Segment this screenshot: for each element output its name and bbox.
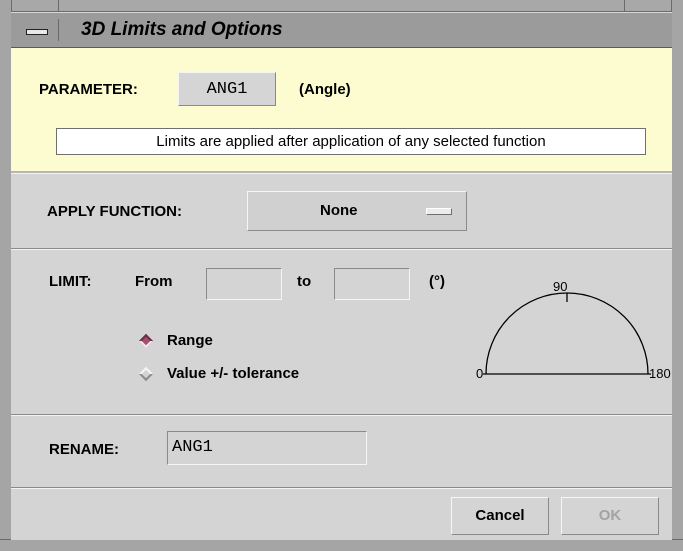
frame-divider bbox=[58, 0, 59, 11]
dial-label-0: 0 bbox=[476, 366, 484, 381]
rename-input[interactable]: ANG1 bbox=[167, 431, 367, 465]
window-title: 3D Limits and Options bbox=[81, 19, 283, 40]
frame-right-edge[interactable] bbox=[671, 0, 683, 551]
rename-section: RENAME: ANG1 bbox=[11, 415, 672, 488]
title-bar[interactable]: 3D Limits and Options bbox=[11, 12, 672, 48]
apply-function-section: APPLY FUNCTION: None bbox=[11, 173, 672, 249]
radio-selected-icon bbox=[138, 333, 154, 348]
parameter-value-button[interactable]: ANG1 bbox=[178, 72, 276, 106]
limits-info-note: Limits are applied after application of … bbox=[56, 128, 646, 155]
frame-bottom-edge[interactable] bbox=[0, 539, 683, 551]
option-menu-indicator-icon bbox=[426, 208, 452, 215]
limit-section: LIMIT: From to (°) Range Value +/- toler… bbox=[11, 249, 672, 415]
to-field[interactable] bbox=[334, 268, 410, 300]
cancel-button[interactable]: Cancel bbox=[451, 497, 549, 535]
button-bar: Cancel OK bbox=[11, 488, 672, 540]
apply-function-label: APPLY FUNCTION: bbox=[47, 203, 183, 220]
parameter-type: (Angle) bbox=[299, 81, 351, 98]
window-frame: 3D Limits and Options PARAMETER: ANG1 (A… bbox=[0, 0, 683, 551]
parameter-label: PARAMETER: bbox=[39, 81, 138, 98]
frame-top-edge[interactable] bbox=[0, 0, 683, 12]
parameter-section: PARAMETER: ANG1 (Angle) Limits are appli… bbox=[11, 48, 672, 173]
unit-label: (°) bbox=[429, 273, 445, 290]
window-menu-icon bbox=[26, 29, 48, 35]
window-menu-button[interactable] bbox=[16, 19, 59, 41]
from-field[interactable] bbox=[206, 268, 282, 300]
ok-button[interactable]: OK bbox=[561, 497, 659, 535]
frame-divider bbox=[624, 0, 625, 11]
rename-label: RENAME: bbox=[49, 441, 119, 458]
limit-label: LIMIT: bbox=[49, 273, 92, 290]
dial-label-180: 180 bbox=[649, 366, 671, 381]
angle-dial-icon bbox=[483, 292, 651, 375]
range-radio-label: Range bbox=[167, 332, 213, 349]
dial-label-90: 90 bbox=[553, 279, 568, 294]
apply-function-dropdown[interactable]: None bbox=[247, 191, 467, 231]
from-label: From bbox=[135, 273, 173, 290]
range-radio[interactable]: Range bbox=[137, 332, 213, 349]
tolerance-radio[interactable]: Value +/- tolerance bbox=[137, 365, 299, 382]
tolerance-radio-label: Value +/- tolerance bbox=[167, 365, 300, 382]
apply-function-value: None bbox=[320, 202, 358, 219]
radio-unselected-icon bbox=[138, 366, 154, 381]
to-label: to bbox=[297, 273, 312, 290]
